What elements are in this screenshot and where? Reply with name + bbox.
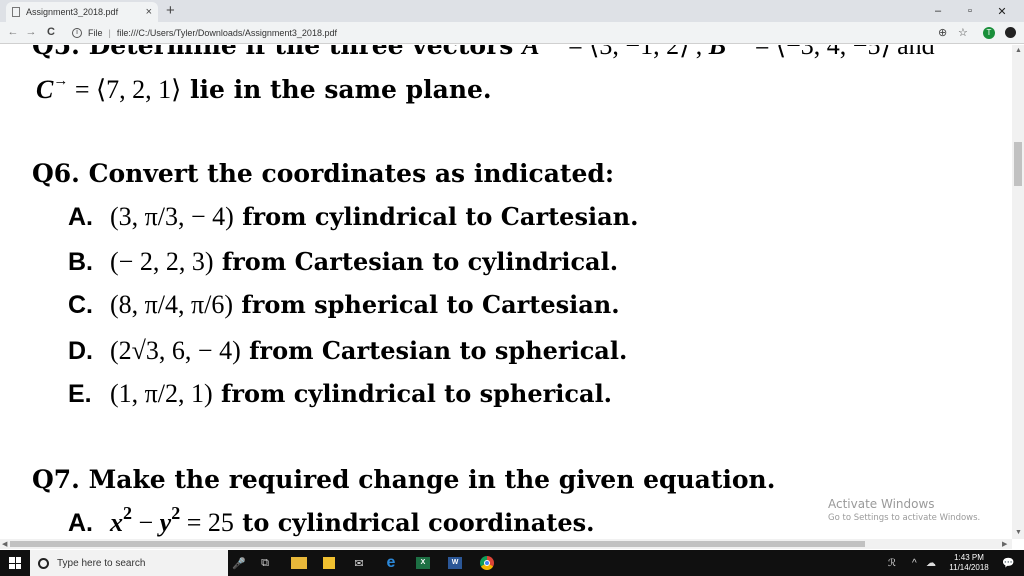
scheme-label: File — [88, 28, 103, 38]
notifications-icon[interactable]: 💬 — [1002, 550, 1014, 576]
tab-assignment3[interactable]: Assignment3_2018.pdf × — [6, 2, 158, 22]
bookmark-star-icon[interactable]: ☆ — [958, 26, 968, 39]
conversion-text: from spherical to Cartesian. — [233, 290, 620, 319]
conversion-text: from cylindrical to Cartesian. — [233, 202, 639, 231]
option-label: E. — [68, 380, 92, 408]
minus-sign: − — [132, 508, 160, 537]
exponent: 2 — [171, 503, 181, 523]
watermark-subtitle: Go to Settings to activate Windows. — [828, 513, 981, 523]
document-icon — [12, 7, 20, 17]
url-field[interactable]: i File | file:///C:/Users/Tyler/Download… — [72, 25, 940, 41]
q6-item-c: C. (8, π/4, π/6) from spherical to Cartes… — [68, 290, 620, 320]
coordinates: (− 2, 2, 3) — [110, 247, 214, 276]
activate-windows-watermark: Activate Windows Go to Settings to activ… — [828, 497, 980, 523]
start-button[interactable] — [0, 550, 30, 576]
zoom-icon[interactable]: ⊕ — [938, 26, 947, 39]
coordinates: (8, π/4, π/6) — [110, 290, 234, 319]
vector-b: B — [708, 45, 727, 60]
microphone-icon[interactable]: 🎤 — [226, 550, 252, 576]
vector-a: A — [522, 45, 540, 60]
people-icon[interactable]: ℛ — [888, 550, 896, 576]
q7-heading: Q7. Make the required change in the give… — [32, 465, 776, 494]
profile-icon[interactable] — [1005, 27, 1016, 38]
word-icon[interactable]: W — [442, 550, 468, 576]
option-label: A. — [68, 509, 93, 537]
vector-arrow: → — [53, 73, 69, 89]
taskbar-search[interactable]: Type here to search — [30, 550, 228, 576]
conversion-text: from Cartesian to cylindrical. — [213, 247, 619, 276]
conversion-text: from cylindrical to spherical. — [212, 379, 613, 408]
address-bar: ← → C i File | file:///C:/Users/Tyler/Do… — [0, 22, 1024, 44]
option-label: B. — [68, 248, 93, 276]
option-label: C. — [68, 291, 93, 319]
variable-x: x — [110, 508, 123, 537]
url-separator: | — [108, 28, 111, 38]
forward-button[interactable]: → — [24, 26, 38, 38]
q5-line-2: C→ = ⟨7, 2, 1⟩ lie in the same plane. — [36, 73, 492, 105]
variable-y: y — [159, 508, 172, 537]
vector-c: C — [36, 75, 54, 104]
scroll-down-arrow[interactable]: ▼ — [1015, 529, 1022, 536]
windows-taskbar: Type here to search 🎤 ⧉ ✉ e X W ℛ ^ ☁ 1:… — [0, 550, 1024, 576]
cortana-icon — [38, 557, 49, 569]
back-button[interactable]: ← — [6, 26, 20, 38]
q5-plane-text: lie in the same plane. — [181, 75, 492, 104]
q6-item-d: D. (2√3, 6, − 4) from Cartesian to spheri… — [68, 336, 627, 366]
horizontal-scrollbar[interactable]: ◀ ▶ — [0, 539, 1012, 549]
tab-strip: Assignment3_2018.pdf × + – ▫ ✕ — [0, 0, 1024, 22]
horizontal-scroll-thumb[interactable] — [10, 541, 865, 547]
extension-icon[interactable]: T — [983, 27, 995, 39]
reload-button[interactable]: C — [44, 26, 58, 38]
edge-icon[interactable]: e — [378, 550, 404, 576]
vertical-scrollbar[interactable]: ▲ ▼ — [1012, 45, 1024, 539]
url-text: file:///C:/Users/Tyler/Downloads/Assignm… — [116, 28, 337, 38]
pdf-viewport: Q5. Determine if the three vectors A = ⟨… — [0, 45, 1012, 539]
conversion-text: to cylindrical coordinates. — [233, 508, 595, 537]
tab-title: Assignment3_2018.pdf — [26, 7, 119, 17]
file-explorer-icon[interactable] — [286, 550, 312, 576]
new-tab-button[interactable]: + — [166, 2, 175, 19]
excel-icon[interactable]: X — [410, 550, 436, 576]
vector-c-value: = ⟨7, 2, 1⟩ — [68, 75, 182, 104]
mail-icon[interactable]: ✉ — [346, 550, 372, 576]
close-window-button[interactable]: ✕ — [982, 0, 1022, 22]
q6-item-e: E. (1, π/2, 1) from cylindrical to spheri… — [68, 379, 612, 409]
clock-date: 11/14/2018 — [949, 563, 989, 572]
tray-chevron-icon[interactable]: ^ — [912, 550, 917, 576]
exponent: 2 — [123, 503, 132, 523]
q6-item-a: A. (3, π/3, − 4) from cylindrical to Cart… — [68, 202, 638, 232]
q5-line-1: Q5. Determine if the three vectors A = ⟨… — [32, 45, 935, 61]
coordinates: (2√3, 6, − 4) — [110, 336, 241, 365]
coordinates: (1, π/2, 1) — [110, 379, 213, 408]
tab-close-button[interactable]: × — [146, 6, 152, 18]
option-label: D. — [68, 337, 93, 365]
option-label: A. — [68, 203, 93, 231]
store-icon[interactable] — [316, 550, 342, 576]
task-view-icon[interactable]: ⧉ — [252, 550, 278, 576]
conversion-text: from Cartesian to spherical. — [240, 336, 628, 365]
windows-logo-icon — [9, 557, 21, 569]
q7-item-a: A. x2 − y2 = 25 to cylindrical coordinate… — [68, 503, 595, 538]
system-clock[interactable]: 1:43 PM 11/14/2018 — [940, 553, 998, 573]
chrome-icon[interactable] — [474, 550, 500, 576]
scroll-up-arrow[interactable]: ▲ — [1015, 47, 1022, 54]
scroll-left-arrow[interactable]: ◀ — [2, 540, 7, 548]
vertical-scroll-thumb[interactable] — [1014, 142, 1022, 186]
vector-b-value: = ⟨−3, 4, −5⟩ and — [754, 45, 935, 60]
clock-time: 1:43 PM — [954, 553, 984, 562]
q6-heading: Q6. Convert the coordinates as indicated… — [32, 159, 615, 188]
search-placeholder: Type here to search — [57, 557, 146, 569]
network-icon[interactable]: ☁ — [926, 550, 936, 576]
q5-text: Q5. Determine if the three vectors — [32, 45, 523, 60]
info-icon[interactable]: i — [72, 28, 82, 38]
watermark-title: Activate Windows — [828, 497, 935, 511]
equation-rhs: = 25 — [180, 508, 234, 537]
vector-a-value: = ⟨3, −1, 2⟩ , — [568, 45, 709, 60]
scroll-right-arrow[interactable]: ▶ — [1002, 540, 1007, 548]
q6-item-b: B. (− 2, 2, 3) from Cartesian to cylindri… — [68, 247, 618, 277]
coordinates: (3, π/3, − 4) — [110, 202, 234, 231]
